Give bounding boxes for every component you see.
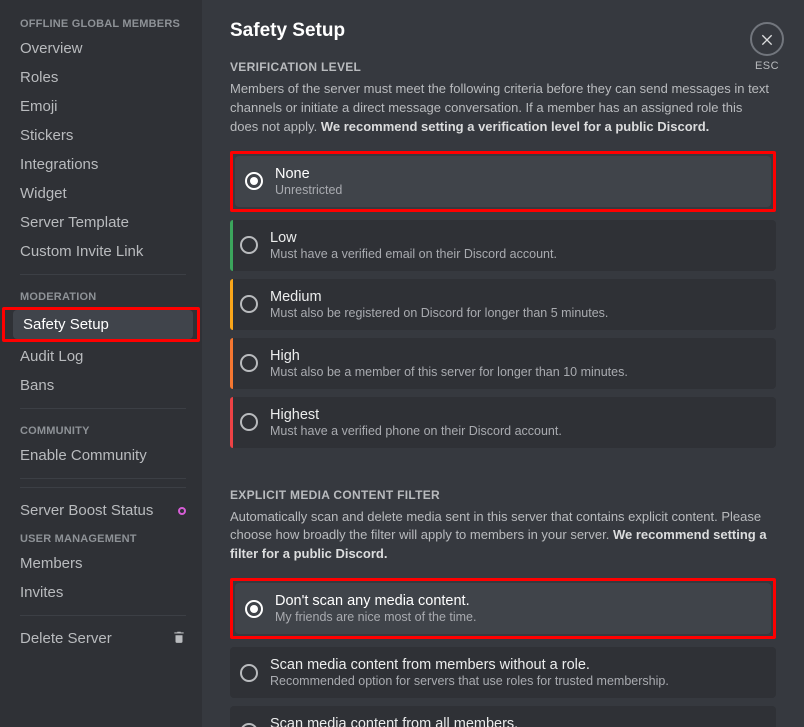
radio-icon <box>245 600 263 618</box>
explicit-option-1[interactable]: Scan media content from members without … <box>230 647 776 698</box>
radio-title: None <box>275 166 342 182</box>
sidebar-item-emoji[interactable]: Emoji <box>10 92 196 121</box>
trash-icon <box>172 630 186 647</box>
sidebar-item-members[interactable]: Members <box>10 549 196 578</box>
sidebar-divider <box>20 274 186 275</box>
close-button[interactable]: ESC <box>750 22 784 72</box>
sidebar-item-custom-invite-link[interactable]: Custom Invite Link <box>10 237 196 266</box>
annotation-highlight: NoneUnrestricted <box>230 151 776 212</box>
explicit-heading: EXPLICIT MEDIA CONTENT FILTER <box>230 488 776 502</box>
sidebar-divider <box>20 408 186 409</box>
sidebar-item-invites[interactable]: Invites <box>10 578 196 607</box>
sidebar-item-label: Roles <box>20 69 58 86</box>
verification-option-1[interactable]: LowMust have a verified email on their D… <box>230 220 776 271</box>
sidebar-item-roles[interactable]: Roles <box>10 63 196 92</box>
sidebar-item-label: Members <box>20 555 83 572</box>
sidebar-item-label: Invites <box>20 584 63 601</box>
radio-icon <box>240 413 258 431</box>
main-content: ESC Safety Setup VERIFICATION LEVEL Memb… <box>202 0 804 727</box>
radio-sub: Must have a verified phone on their Disc… <box>270 424 562 438</box>
sidebar-item-label: Stickers <box>20 127 73 144</box>
sidebar-divider <box>20 615 186 616</box>
radio-icon <box>240 236 258 254</box>
explicit-option-0[interactable]: Don't scan any media content.My friends … <box>235 583 771 634</box>
explicit-radio-list: Don't scan any media content.My friends … <box>230 578 776 727</box>
radio-title: Medium <box>270 289 608 305</box>
radio-sub: My friends are nice most of the time. <box>275 610 476 624</box>
sidebar-item-delete-server[interactable]: Delete Server <box>10 624 196 653</box>
sidebar-item-label: Safety Setup <box>23 316 109 333</box>
sidebar-item-widget[interactable]: Widget <box>10 179 196 208</box>
radio-icon <box>240 354 258 372</box>
radio-title: Don't scan any media content. <box>275 593 476 609</box>
sidebar-item-label: Emoji <box>20 98 58 115</box>
radio-icon <box>240 295 258 313</box>
sidebar-item-enable-community[interactable]: Enable Community <box>10 441 196 470</box>
annotation-highlight: Don't scan any media content.My friends … <box>230 578 776 639</box>
radio-title: Scan media content from members without … <box>270 657 669 673</box>
sidebar-heading: OFFLINE GLOBAL MEMBERS <box>10 10 196 34</box>
verification-radio-list: NoneUnrestrictedLowMust have a verified … <box>230 151 776 448</box>
verification-option-4[interactable]: HighestMust have a verified phone on the… <box>230 397 776 448</box>
explicit-option-2[interactable]: Scan media content from all members.Reco… <box>230 706 776 727</box>
sidebar-item-overview[interactable]: Overview <box>10 34 196 63</box>
sidebar-heading: USER MANAGEMENT <box>10 525 196 549</box>
sidebar-item-label: Audit Log <box>20 348 83 365</box>
sidebar-item-safety-setup[interactable]: Safety Setup <box>13 310 193 339</box>
sidebar-item-label: Bans <box>20 377 54 394</box>
verification-desc: Members of the server must meet the foll… <box>230 80 770 137</box>
settings-sidebar: OFFLINE GLOBAL MEMBERS Overview Roles Emoji… <box>0 0 202 727</box>
radio-title: Low <box>270 230 557 246</box>
sidebar-item-bans[interactable]: Bans <box>10 371 196 400</box>
verification-option-0[interactable]: NoneUnrestricted <box>235 156 771 207</box>
sidebar-item-label: Server Template <box>20 214 129 231</box>
sidebar-item-label: Integrations <box>20 156 98 173</box>
radio-sub: Must also be a member of this server for… <box>270 365 628 379</box>
radio-sub: Recommended option for servers that use … <box>270 674 669 688</box>
radio-sub: Must have a verified email on their Disc… <box>270 247 557 261</box>
boost-indicator-icon <box>178 507 186 515</box>
sidebar-heading: COMMUNITY <box>10 417 196 441</box>
sidebar-item-label: Enable Community <box>20 447 147 464</box>
explicit-desc: Automatically scan and delete media sent… <box>230 508 770 565</box>
sidebar-item-server-template[interactable]: Server Template <box>10 208 196 237</box>
radio-title: Scan media content from all members. <box>270 716 642 727</box>
close-icon <box>750 22 784 56</box>
radio-sub: Unrestricted <box>275 183 342 197</box>
radio-sub: Must also be registered on Discord for l… <box>270 306 608 320</box>
page-title: Safety Setup <box>230 20 776 42</box>
sidebar-item-integrations[interactable]: Integrations <box>10 150 196 179</box>
sidebar-item-label: Delete Server <box>20 630 112 647</box>
sidebar-item-audit-log[interactable]: Audit Log <box>10 342 196 371</box>
sidebar-heading: MODERATION <box>10 283 196 307</box>
radio-icon <box>245 172 263 190</box>
sidebar-item-server-boost-status[interactable]: Server Boost Status <box>10 496 196 525</box>
radio-icon <box>240 723 258 727</box>
radio-title: Highest <box>270 407 562 423</box>
radio-icon <box>240 664 258 682</box>
verification-option-2[interactable]: MediumMust also be registered on Discord… <box>230 279 776 330</box>
sidebar-item-label: Custom Invite Link <box>20 243 143 260</box>
verification-option-3[interactable]: HighMust also be a member of this server… <box>230 338 776 389</box>
radio-title: High <box>270 348 628 364</box>
sidebar-item-label: Widget <box>20 185 67 202</box>
sidebar-item-stickers[interactable]: Stickers <box>10 121 196 150</box>
close-label: ESC <box>750 60 784 72</box>
verification-heading: VERIFICATION LEVEL <box>230 60 776 74</box>
sidebar-item-label: Overview <box>20 40 83 57</box>
sidebar-item-label: Server Boost Status <box>20 502 153 519</box>
sidebar-divider <box>20 478 186 479</box>
annotation-highlight: Safety Setup <box>2 307 200 342</box>
sidebar-divider <box>20 487 186 488</box>
